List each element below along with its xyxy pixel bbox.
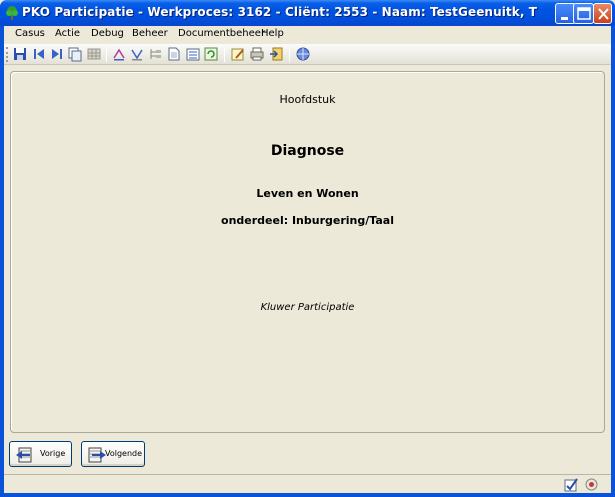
export-icon[interactable]	[268, 46, 284, 62]
close-button[interactable]	[593, 3, 612, 24]
tree-icon	[4, 5, 20, 21]
client-area: Casus Actie Debug Beheer Documentbeheer …	[4, 26, 611, 493]
application-window: PKO Participatie - Werkproces: 3162 - Cl…	[0, 0, 615, 497]
refresh-icon[interactable]	[203, 46, 219, 62]
list-icon[interactable]	[185, 46, 201, 62]
check-edit-icon[interactable]	[564, 477, 579, 492]
next-arrow-icon	[88, 447, 106, 463]
document-icon[interactable]	[166, 46, 182, 62]
menu-bar: Casus Actie Debug Beheer Documentbeheer …	[4, 26, 611, 43]
previous-button-label: Vorige	[40, 449, 66, 458]
maximize-button[interactable]	[573, 3, 594, 24]
toolbar-separator	[289, 47, 290, 62]
settings-gear-icon[interactable]	[584, 477, 599, 492]
grid-icon[interactable]	[86, 46, 102, 62]
status-bar	[4, 474, 611, 493]
menu-help[interactable]: Help	[261, 28, 284, 39]
menu-actie[interactable]: Actie	[55, 28, 80, 39]
print-icon[interactable]	[249, 46, 265, 62]
previous-arrow-icon	[16, 447, 32, 463]
save-icon[interactable]	[12, 46, 28, 62]
content-panel: Hoofdstuk Diagnose Leven en Wonen onderd…	[10, 71, 605, 433]
close-icon	[598, 8, 609, 20]
next-button[interactable]: Volgende	[81, 441, 145, 467]
menu-casus[interactable]: Casus	[15, 28, 45, 39]
toolbar	[4, 44, 611, 65]
edit-document-icon[interactable]	[230, 46, 246, 62]
previous-button[interactable]: Vorige	[9, 441, 72, 467]
toolbar-grip[interactable]	[6, 47, 9, 62]
sort-ascending-icon[interactable]	[111, 46, 127, 62]
window-title: PKO Participatie - Werkproces: 3162 - Cl…	[22, 5, 538, 19]
sort-descending-icon[interactable]	[129, 46, 145, 62]
title-bar[interactable]: PKO Participatie - Werkproces: 3162 - Cl…	[0, 0, 615, 26]
toolbar-separator	[106, 47, 107, 62]
menu-beheer[interactable]: Beheer	[132, 28, 168, 39]
section-label: onderdeel: Inburgering/Taal	[221, 214, 394, 227]
first-record-icon[interactable]	[31, 46, 47, 62]
next-button-label: Volgende	[105, 449, 143, 458]
footer-brand-text: Kluwer Participatie	[260, 302, 355, 313]
toolbar-separator	[224, 47, 225, 62]
maximize-icon	[577, 7, 591, 20]
menu-debug[interactable]: Debug	[91, 28, 124, 39]
page-heading: Diagnose	[270, 143, 345, 159]
tree-list-icon[interactable]	[148, 46, 164, 62]
chapter-label: Hoofdstuk	[279, 93, 336, 106]
last-record-icon[interactable]	[49, 46, 65, 62]
menu-documentbeheer[interactable]: Documentbeheer	[178, 28, 265, 39]
web-icon[interactable]	[295, 46, 311, 62]
copy-icon[interactable]	[67, 46, 83, 62]
subheading: Leven en Wonen	[256, 187, 359, 200]
